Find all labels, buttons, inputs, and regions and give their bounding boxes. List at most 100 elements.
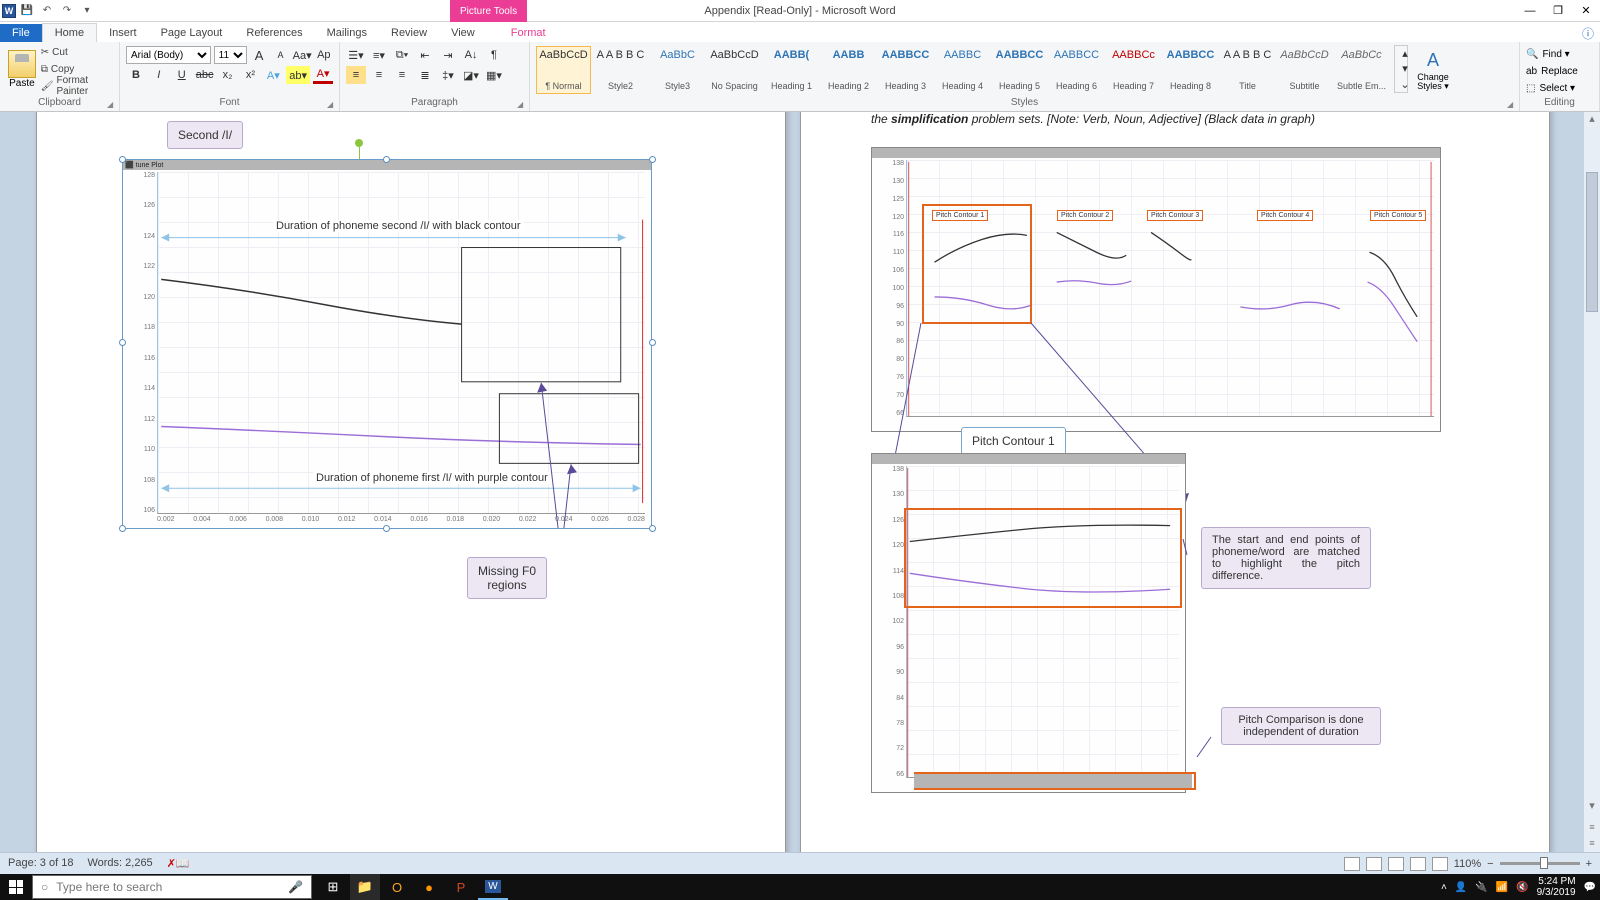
- view-draft-button[interactable]: [1432, 857, 1448, 871]
- sel-handle[interactable]: [649, 525, 656, 532]
- find-button[interactable]: 🔍Find ▾: [1526, 46, 1593, 62]
- cut-button[interactable]: ✂Cut: [41, 44, 113, 60]
- view-fullscreen-button[interactable]: [1366, 857, 1382, 871]
- subscript-button[interactable]: x₂: [218, 66, 238, 84]
- style-item-heading-5[interactable]: AABBCCHeading 5: [992, 46, 1047, 94]
- style-item-heading-3[interactable]: AABBCCHeading 3: [878, 46, 933, 94]
- tray-people-icon[interactable]: 👤: [1455, 882, 1467, 893]
- change-case-button[interactable]: Aa▾: [293, 46, 312, 64]
- sel-handle[interactable]: [119, 156, 126, 163]
- style-item--normal[interactable]: AaBbCcD¶ Normal: [536, 46, 591, 94]
- style-item-heading-8[interactable]: AABBCCHeading 8: [1163, 46, 1218, 94]
- style-item-subtitle[interactable]: AaBbCcDSubtitle: [1277, 46, 1332, 94]
- borders-button[interactable]: ▦▾: [484, 66, 504, 84]
- grow-font-button[interactable]: A: [250, 46, 268, 64]
- line-spacing-button[interactable]: ‡▾: [438, 66, 458, 84]
- tray-wifi-icon[interactable]: 📶: [1496, 882, 1508, 893]
- style-item-heading-4[interactable]: AABBCHeading 4: [935, 46, 990, 94]
- tab-review[interactable]: Review: [379, 24, 439, 42]
- change-styles-button[interactable]: A Change Styles ▾: [1411, 47, 1455, 91]
- paste-button[interactable]: Paste: [6, 50, 38, 89]
- align-left-button[interactable]: ≡: [346, 66, 366, 84]
- close-button[interactable]: ✕: [1572, 1, 1600, 21]
- status-words[interactable]: Words: 2,265: [87, 857, 152, 870]
- zoom-slider[interactable]: [1500, 862, 1580, 865]
- sel-handle[interactable]: [649, 156, 656, 163]
- qat-save-icon[interactable]: 💾: [18, 2, 36, 20]
- text-effects-button[interactable]: A▾: [263, 66, 283, 84]
- show-marks-button[interactable]: ¶: [484, 46, 504, 64]
- sel-handle[interactable]: [649, 339, 656, 346]
- replace-button[interactable]: abReplace: [1526, 63, 1593, 79]
- paragraph-dialog-launcher-icon[interactable]: ◢: [517, 100, 527, 110]
- tab-page-layout[interactable]: Page Layout: [149, 24, 235, 42]
- style-item-subtle-em-[interactable]: AaBbCcSubtle Em...: [1334, 46, 1389, 94]
- sel-handle[interactable]: [383, 156, 390, 163]
- view-outline-button[interactable]: [1410, 857, 1426, 871]
- highlight-button[interactable]: ab▾: [286, 66, 310, 84]
- word-taskbar-icon[interactable]: W: [478, 874, 508, 900]
- strikethrough-button[interactable]: abc: [195, 66, 215, 84]
- tab-view[interactable]: View: [439, 24, 487, 42]
- sel-handle[interactable]: [383, 525, 390, 532]
- file-explorer-icon[interactable]: 📁: [350, 874, 380, 900]
- styles-dialog-launcher-icon[interactable]: ◢: [1507, 100, 1517, 110]
- tray-notifications-icon[interactable]: 💬: [1584, 882, 1596, 893]
- multilevel-button[interactable]: ⧉▾: [392, 46, 412, 64]
- scroll-thumb[interactable]: [1586, 172, 1598, 312]
- view-web-button[interactable]: [1388, 857, 1404, 871]
- tray-volume-icon[interactable]: 🔇: [1516, 882, 1528, 893]
- tray-power-icon[interactable]: 🔌: [1475, 882, 1487, 893]
- next-page-icon[interactable]: ≡: [1584, 838, 1600, 848]
- status-page[interactable]: Page: 3 of 18: [8, 857, 73, 870]
- style-item-title[interactable]: A A B B CTitle: [1220, 46, 1275, 94]
- tab-home[interactable]: Home: [42, 23, 97, 42]
- zoom-in-button[interactable]: +: [1586, 858, 1592, 870]
- start-button[interactable]: [0, 874, 32, 900]
- qat-customize-icon[interactable]: ▾: [78, 2, 96, 20]
- view-printlayout-button[interactable]: [1344, 857, 1360, 871]
- select-button[interactable]: ⬚Select ▾: [1526, 80, 1593, 96]
- tray-up-icon[interactable]: ˄: [1441, 882, 1447, 893]
- style-item-heading-6[interactable]: AABBCCHeading 6: [1049, 46, 1104, 94]
- help-icon[interactable]: ⓘ: [1582, 25, 1594, 42]
- restore-button[interactable]: ❐: [1544, 1, 1572, 21]
- align-right-button[interactable]: ≡: [392, 66, 412, 84]
- task-view-icon[interactable]: ⊞: [318, 874, 348, 900]
- font-color-button[interactable]: A▾: [313, 66, 333, 84]
- firefox-icon[interactable]: ●: [414, 874, 444, 900]
- numbering-button[interactable]: ≡▾: [369, 46, 389, 64]
- clipboard-dialog-launcher-icon[interactable]: ◢: [107, 100, 117, 110]
- powerpoint-icon[interactable]: P: [446, 874, 476, 900]
- chart-left[interactable]: ⬛ tune Plot 1281261241221201181161141121…: [122, 159, 652, 529]
- underline-button[interactable]: U: [172, 66, 192, 84]
- style-item-style2[interactable]: A A B B CStyle2: [593, 46, 648, 94]
- tray-clock[interactable]: 5:24 PM9/3/2019: [1537, 876, 1576, 898]
- qat-redo-icon[interactable]: ↷: [58, 2, 76, 20]
- prev-page-icon[interactable]: ≡: [1584, 822, 1600, 832]
- minimize-button[interactable]: —: [1516, 1, 1544, 21]
- bullets-button[interactable]: ☰▾: [346, 46, 366, 64]
- style-item-heading-2[interactable]: AABBHeading 2: [821, 46, 876, 94]
- taskbar-search[interactable]: ○ Type here to search 🎤: [32, 875, 312, 899]
- sel-handle[interactable]: [119, 339, 126, 346]
- superscript-button[interactable]: x²: [240, 66, 260, 84]
- font-dialog-launcher-icon[interactable]: ◢: [327, 100, 337, 110]
- style-item-no-spacing[interactable]: AaBbCcDNo Spacing: [707, 46, 762, 94]
- increase-indent-button[interactable]: ⇥: [438, 46, 458, 64]
- style-item-heading-1[interactable]: AABB(Heading 1: [764, 46, 819, 94]
- tab-insert[interactable]: Insert: [97, 24, 149, 42]
- clear-formatting-button[interactable]: Aр: [315, 46, 333, 64]
- styles-gallery[interactable]: AaBbCcD¶ NormalA A B B CStyle2AaBbCStyle…: [536, 44, 1389, 94]
- vertical-scrollbar[interactable]: ▴ ▾ ≡ ≡: [1584, 112, 1600, 852]
- sel-handle[interactable]: [119, 525, 126, 532]
- mic-icon[interactable]: 🎤: [288, 880, 303, 894]
- tab-format[interactable]: Format: [499, 24, 558, 42]
- zoom-value[interactable]: 110%: [1454, 858, 1481, 870]
- status-proof-icon[interactable]: ✗📖: [167, 857, 190, 870]
- document-canvas[interactable]: Second /I/ ⬛ tune Plot 12812612412212011…: [0, 112, 1600, 852]
- font-size-select[interactable]: 11: [214, 46, 247, 64]
- tab-references[interactable]: References: [234, 24, 314, 42]
- align-center-button[interactable]: ≡: [369, 66, 389, 84]
- scroll-down-icon[interactable]: ▾: [1584, 799, 1600, 812]
